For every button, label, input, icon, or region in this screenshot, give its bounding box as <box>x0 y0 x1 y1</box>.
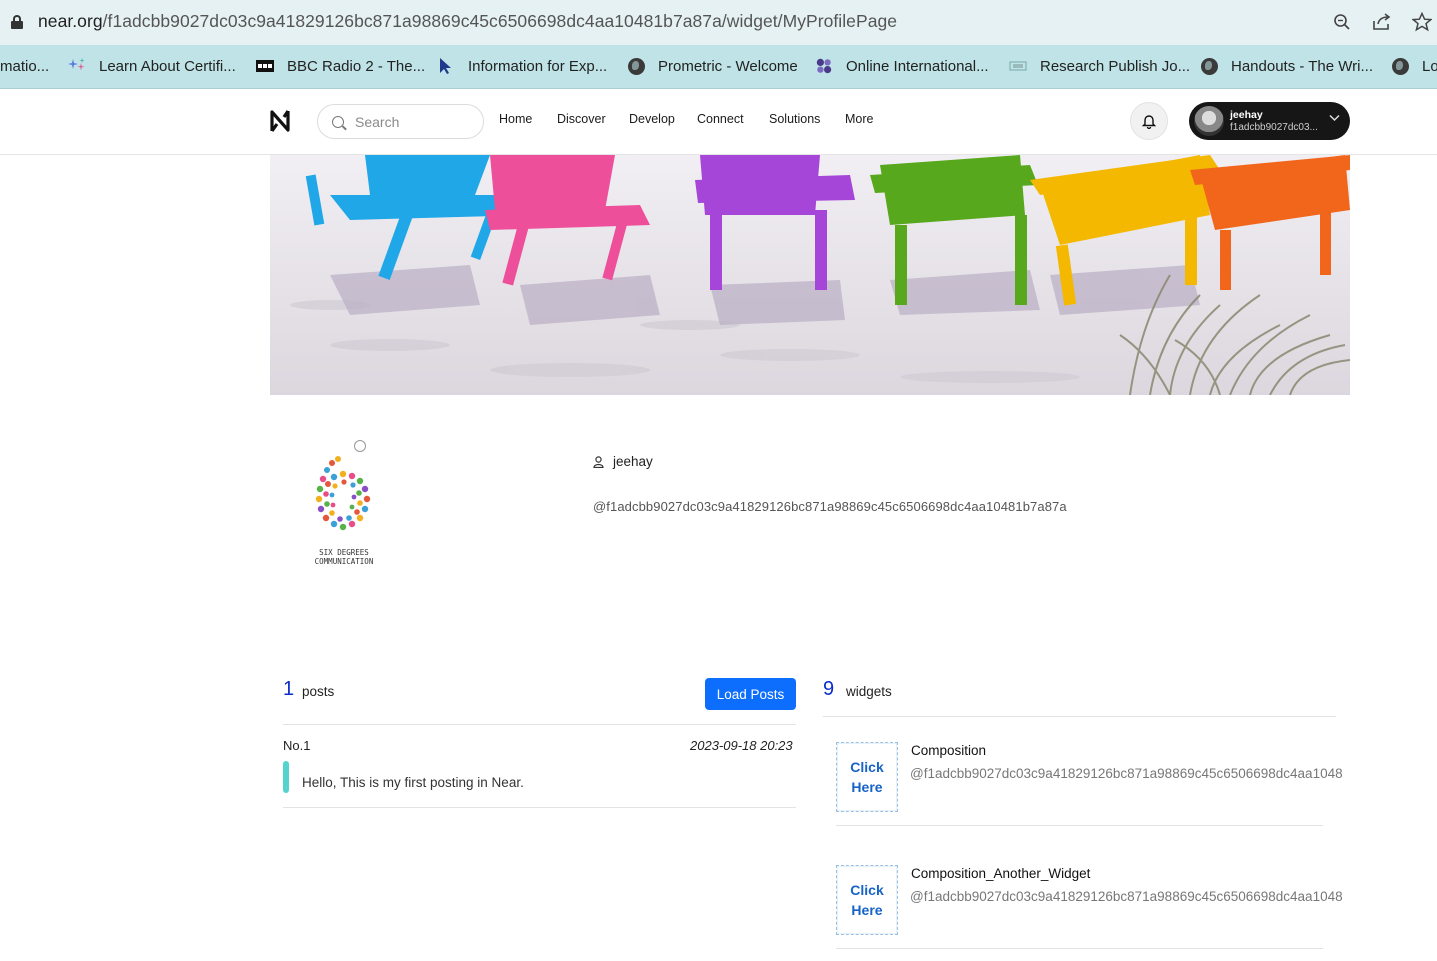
bookmark-item[interactable]: matio... <box>0 55 49 77</box>
post-date: 2023-09-18 20:23 <box>690 738 793 753</box>
bookmark-item[interactable]: Lo <box>1391 55 1437 77</box>
profile-handle: @f1adcbb9027dc03c9a41829126bc871a98869c4… <box>593 499 1067 514</box>
bookmark-item[interactable]: Handouts - The Wri... <box>1200 55 1373 77</box>
site-header: Home Discover Develop Connect Solutions … <box>0 89 1437 155</box>
avatar <box>1194 106 1224 136</box>
search-icon <box>332 116 344 128</box>
widgets-count: 9 <box>823 678 835 700</box>
search-input[interactable] <box>355 112 475 132</box>
zoom-icon[interactable] <box>1331 11 1353 33</box>
account-menu-button[interactable]: jeehay f1adcbb9027dc03... <box>1189 102 1350 140</box>
divider <box>836 825 1323 826</box>
profile-username: jeehay <box>593 454 653 469</box>
chevron-down-icon <box>1329 113 1340 125</box>
widget-click-here-button[interactable]: Click Here <box>836 742 898 812</box>
bell-icon <box>1142 114 1156 129</box>
search-box[interactable] <box>317 104 484 139</box>
bookmarks-bar: matio... Learn About Certifi... BBC Radi… <box>0 45 1437 89</box>
load-posts-button[interactable]: Load Posts <box>705 678 796 710</box>
nav-develop[interactable]: Develop <box>629 112 675 126</box>
logo-caption-line2: COMMUNICATION <box>315 557 374 566</box>
divider <box>823 716 1336 717</box>
nav-home[interactable]: Home <box>499 112 532 126</box>
profile-banner-image <box>270 155 1350 395</box>
browser-address-bar[interactable]: near.org/f1adcbb9027dc03c9a41829126bc871… <box>0 0 1437 45</box>
bookmark-item[interactable]: Prometric - Welcome <box>627 55 798 77</box>
bookmark-item[interactable]: Online International... <box>815 55 989 77</box>
widget-source: @f1adcbb9027dc03c9a41829126bc871a98869c4… <box>910 889 1343 904</box>
share-icon[interactable] <box>1371 11 1393 33</box>
globe-icon <box>1200 57 1218 75</box>
bookmark-item[interactable]: Learn About Certifi... <box>68 55 236 77</box>
divider <box>283 807 796 808</box>
bookmark-item[interactable]: Information for Exp... <box>437 55 607 77</box>
widgets-label: widgets <box>846 684 892 699</box>
cursor-logo-icon <box>437 57 455 75</box>
posts-label: posts <box>302 684 335 699</box>
globe-icon <box>1391 57 1409 75</box>
account-name: jeehay <box>1230 109 1263 121</box>
account-id: f1adcbb9027dc03... <box>1230 122 1318 133</box>
near-logo-icon[interactable] <box>270 109 292 133</box>
widget-name[interactable]: Composition <box>911 743 986 758</box>
divider <box>836 948 1323 949</box>
nav-discover[interactable]: Discover <box>557 112 606 126</box>
person-icon <box>593 455 604 468</box>
sparkle-icon <box>68 57 86 75</box>
posts-count: 1 <box>283 678 295 700</box>
research-logo-icon <box>1009 57 1027 75</box>
bbc-icon <box>256 57 274 75</box>
widget-click-here-button[interactable]: Click Here <box>836 865 898 935</box>
widget-name[interactable]: Composition_Another_Widget <box>911 866 1090 881</box>
widget-source: @f1adcbb9027dc03c9a41829126bc871a98869c4… <box>910 766 1343 781</box>
bookmark-item[interactable]: BBC Radio 2 - The... <box>256 55 425 77</box>
post-number: No.1 <box>283 738 311 753</box>
notifications-button[interactable] <box>1130 102 1168 140</box>
nav-solutions[interactable]: Solutions <box>769 112 820 126</box>
cluster-icon <box>815 57 833 75</box>
globe-icon <box>627 57 645 75</box>
lock-icon[interactable] <box>11 15 23 29</box>
logo-caption-line1: SIX DEGREES <box>319 548 369 557</box>
post-accent-bar <box>283 761 289 793</box>
divider <box>283 724 796 725</box>
post-text: Hello, This is my first posting in Near. <box>302 775 524 790</box>
profile-avatar-logo: SIX DEGREES COMMUNICATION <box>308 437 380 567</box>
bookmark-star-icon[interactable] <box>1411 11 1433 33</box>
nav-connect[interactable]: Connect <box>697 112 744 126</box>
url-text[interactable]: near.org/f1adcbb9027dc03c9a41829126bc871… <box>38 11 897 32</box>
nav-more[interactable]: More <box>845 112 873 126</box>
bookmark-item[interactable]: Research Publish Jo... <box>1009 55 1190 77</box>
